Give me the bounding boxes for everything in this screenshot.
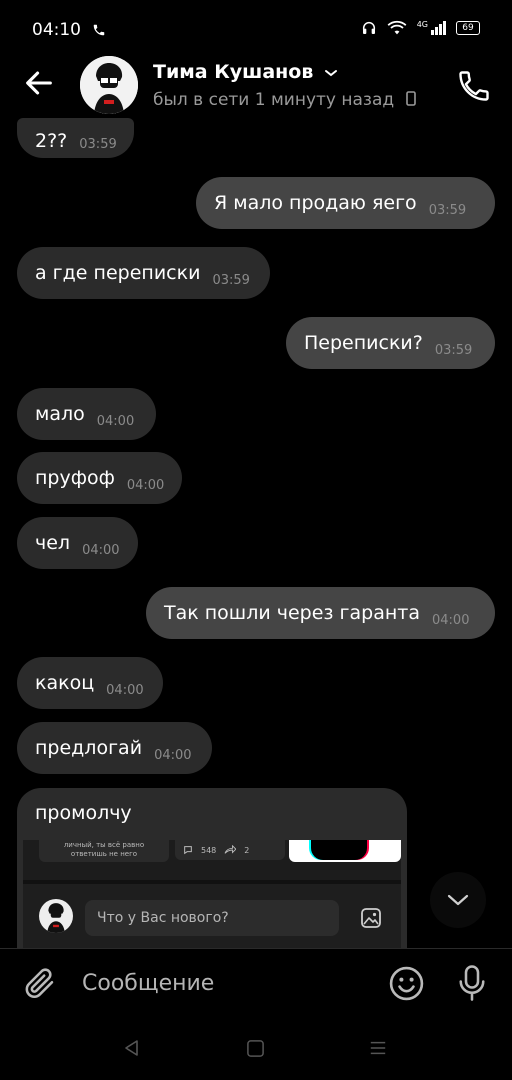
shares-count: 2	[244, 845, 250, 855]
call-status-icon	[93, 24, 105, 36]
phone-icon[interactable]	[456, 68, 492, 104]
message-time: 04:00	[82, 542, 120, 558]
message-text: мало	[35, 403, 85, 425]
message-bubble-in[interactable]: пруфоф 04:00	[17, 452, 182, 504]
message-text: 2??	[35, 130, 68, 152]
message-bubble-out[interactable]: Так пошли через гаранта 04:00	[146, 587, 495, 639]
message-time: 04:00	[96, 413, 135, 429]
contact-status: был в сети 1 минуту назад	[153, 90, 416, 110]
battery-level: 69	[462, 23, 474, 33]
message-time: 04:00	[432, 612, 470, 628]
message-composer: Сообщение	[0, 949, 512, 1021]
message-text: Так пошли через гаранта	[164, 602, 420, 624]
screenshot-post-stats: 548 2	[175, 840, 285, 860]
message-time: 03:59	[428, 202, 467, 218]
message-text: чел	[35, 532, 71, 554]
comment-icon	[184, 846, 192, 855]
smiley-icon[interactable]	[388, 965, 425, 1002]
share-icon	[224, 845, 237, 854]
message-time: 03:59	[212, 272, 250, 288]
network-type: 4G	[416, 20, 428, 29]
message-input[interactable]: Сообщение	[82, 971, 214, 996]
message-bubble-in[interactable]: мало 04:00	[17, 388, 156, 440]
screenshot-post-text: личный, ты всё равно	[63, 841, 145, 849]
wifi-icon	[387, 20, 407, 35]
status-time: 04:10	[32, 20, 81, 40]
comments-count: 548	[201, 845, 217, 855]
message-bubble-out[interactable]: Переписки? 03:59	[286, 317, 495, 369]
message-time: 04:00	[126, 477, 165, 493]
message-bubble-in[interactable]: какоц 04:00	[17, 657, 163, 709]
screenshot-post-image	[289, 840, 401, 862]
message-time: 04:00	[106, 682, 144, 698]
paperclip-icon[interactable]	[22, 965, 58, 1001]
message-bubble-out[interactable]: Я мало продаю яего 03:59	[196, 177, 495, 229]
screenshot-avatar	[39, 899, 73, 933]
screenshot-post-strip: личный, ты всё равно ответишь не него 54…	[23, 840, 401, 880]
message-time: 03:59	[434, 342, 473, 358]
battery-icon: 69	[456, 21, 480, 35]
signal-icon: 4G	[417, 21, 446, 35]
back-arrow-icon[interactable]	[22, 66, 56, 100]
message-text: пруфоф	[35, 467, 115, 489]
message-text: Я мало продаю яего	[214, 192, 417, 214]
message-text: а где переписки	[35, 262, 201, 284]
message-time: 04:00	[154, 747, 192, 763]
nav-back-icon[interactable]	[122, 1038, 142, 1058]
status-icons: 4G 69	[361, 20, 480, 36]
message-text: промолчу	[35, 802, 132, 824]
nav-recents-icon[interactable]	[369, 1039, 387, 1057]
mobile-device-icon	[405, 91, 416, 106]
screenshot-post-text: ответишь не него	[70, 850, 138, 858]
message-bubble-in[interactable]: чел 04:00	[17, 517, 138, 569]
message-text: предлогай	[35, 737, 143, 759]
message-bubble-in[interactable]: 2?? 03:59	[17, 118, 134, 158]
contact-avatar[interactable]	[80, 56, 138, 114]
photo-icon	[361, 908, 381, 928]
contact-name[interactable]: Тима Кушанов	[153, 61, 338, 83]
message-text: Переписки?	[304, 332, 423, 354]
headphones-icon	[362, 22, 375, 34]
nav-home-icon[interactable]	[246, 1039, 265, 1058]
microphone-icon[interactable]	[454, 963, 490, 1003]
screenshot-post-text-block: личный, ты всё равно ответишь не него	[39, 840, 169, 862]
message-text: какоц	[35, 672, 95, 694]
chevron-down-icon	[447, 894, 469, 906]
message-bubble-in[interactable]: а где переписки 03:59	[17, 247, 270, 299]
message-bubble-in[interactable]: предлогай 04:00	[17, 722, 212, 774]
message-time: 03:59	[79, 137, 117, 152]
screenshot-new-post-input: Что у Вас нового?	[85, 900, 339, 936]
scroll-down-button[interactable]	[430, 872, 486, 928]
system-nav-bar	[0, 1020, 512, 1080]
chevron-down-small-icon[interactable]	[324, 68, 338, 78]
